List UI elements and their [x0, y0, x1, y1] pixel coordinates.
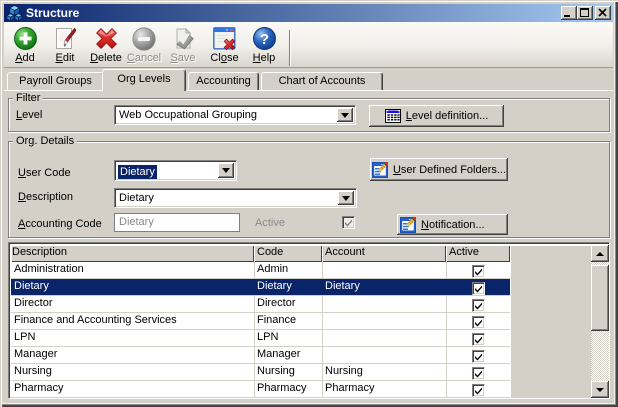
svg-text:?: ?: [259, 31, 268, 48]
